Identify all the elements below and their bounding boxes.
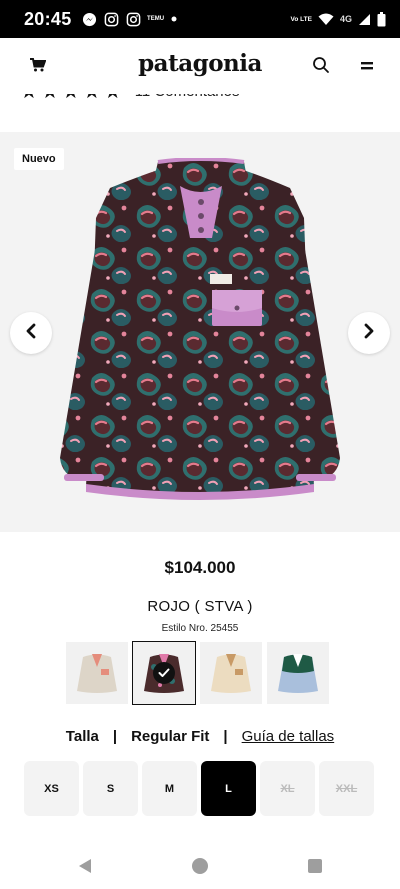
status-bar: 20:45 TEMU Vo LTE 4G bbox=[0, 0, 400, 38]
temu-icon: TEMU bbox=[147, 16, 165, 22]
size-header: Talla | Regular Fit | Guía de tallas bbox=[0, 728, 400, 745]
separator: | bbox=[112, 728, 118, 745]
product-image bbox=[60, 158, 340, 500]
size-option-l[interactable]: L bbox=[201, 761, 256, 816]
messenger-icon bbox=[82, 12, 97, 27]
signal-icon bbox=[358, 13, 371, 26]
wifi-icon bbox=[318, 13, 334, 26]
product-gallery[interactable]: Nuevo bbox=[0, 132, 400, 532]
color-swatch[interactable] bbox=[66, 642, 128, 704]
color-swatches bbox=[66, 641, 329, 705]
color-swatch[interactable] bbox=[200, 642, 262, 704]
back-icon[interactable] bbox=[77, 858, 93, 874]
dot-icon bbox=[171, 16, 177, 22]
color-name: ROJO ( STVA ) bbox=[147, 598, 253, 615]
size-option-xs[interactable]: XS bbox=[24, 761, 79, 816]
style-number: Estilo Nro. 25455 bbox=[161, 623, 239, 634]
swatch-image bbox=[77, 654, 117, 693]
instagram-icon-2 bbox=[126, 12, 141, 27]
app-header: patagonia bbox=[0, 38, 400, 94]
chevron-left-icon bbox=[25, 323, 37, 344]
size-guide-link[interactable]: Guía de tallas bbox=[242, 728, 335, 745]
size-label: Talla bbox=[65, 728, 99, 745]
instagram-icon bbox=[104, 12, 119, 27]
color-swatch[interactable] bbox=[267, 642, 329, 704]
carousel-next-button[interactable] bbox=[348, 312, 390, 354]
system-nav-bar bbox=[0, 844, 400, 889]
system-icons: Vo LTE 4G bbox=[290, 11, 386, 27]
menu-icon[interactable] bbox=[360, 59, 376, 73]
recent-apps-icon[interactable] bbox=[308, 859, 322, 873]
chevron-right-icon bbox=[363, 323, 375, 344]
network-type: 4G bbox=[339, 14, 352, 24]
check-icon bbox=[153, 662, 175, 684]
separator: | bbox=[223, 728, 228, 745]
battery-icon bbox=[377, 11, 386, 27]
new-badge: Nuevo bbox=[14, 148, 64, 170]
status-time: 20:45 bbox=[24, 8, 72, 29]
size-option-xl[interactable]: XL bbox=[260, 761, 315, 816]
size-option-s[interactable]: S bbox=[83, 761, 138, 816]
volte-icon: Vo LTE bbox=[290, 15, 312, 23]
carousel-prev-button[interactable] bbox=[10, 312, 52, 354]
product-price: $104.000 bbox=[164, 558, 236, 577]
fit-label: Regular Fit bbox=[131, 728, 210, 745]
home-icon[interactable] bbox=[192, 858, 208, 874]
brand-logo[interactable]: patagonia bbox=[0, 50, 400, 77]
swatch-image bbox=[278, 654, 318, 693]
size-option-m[interactable]: M bbox=[142, 761, 197, 816]
size-option-xxl[interactable]: XXL bbox=[319, 761, 374, 816]
notification-icons: TEMU bbox=[82, 12, 177, 27]
swatch-image bbox=[211, 654, 251, 693]
color-swatch-selected[interactable] bbox=[132, 641, 196, 705]
size-options: XS S M L XL XXL bbox=[24, 761, 374, 816]
search-icon[interactable] bbox=[312, 56, 332, 76]
